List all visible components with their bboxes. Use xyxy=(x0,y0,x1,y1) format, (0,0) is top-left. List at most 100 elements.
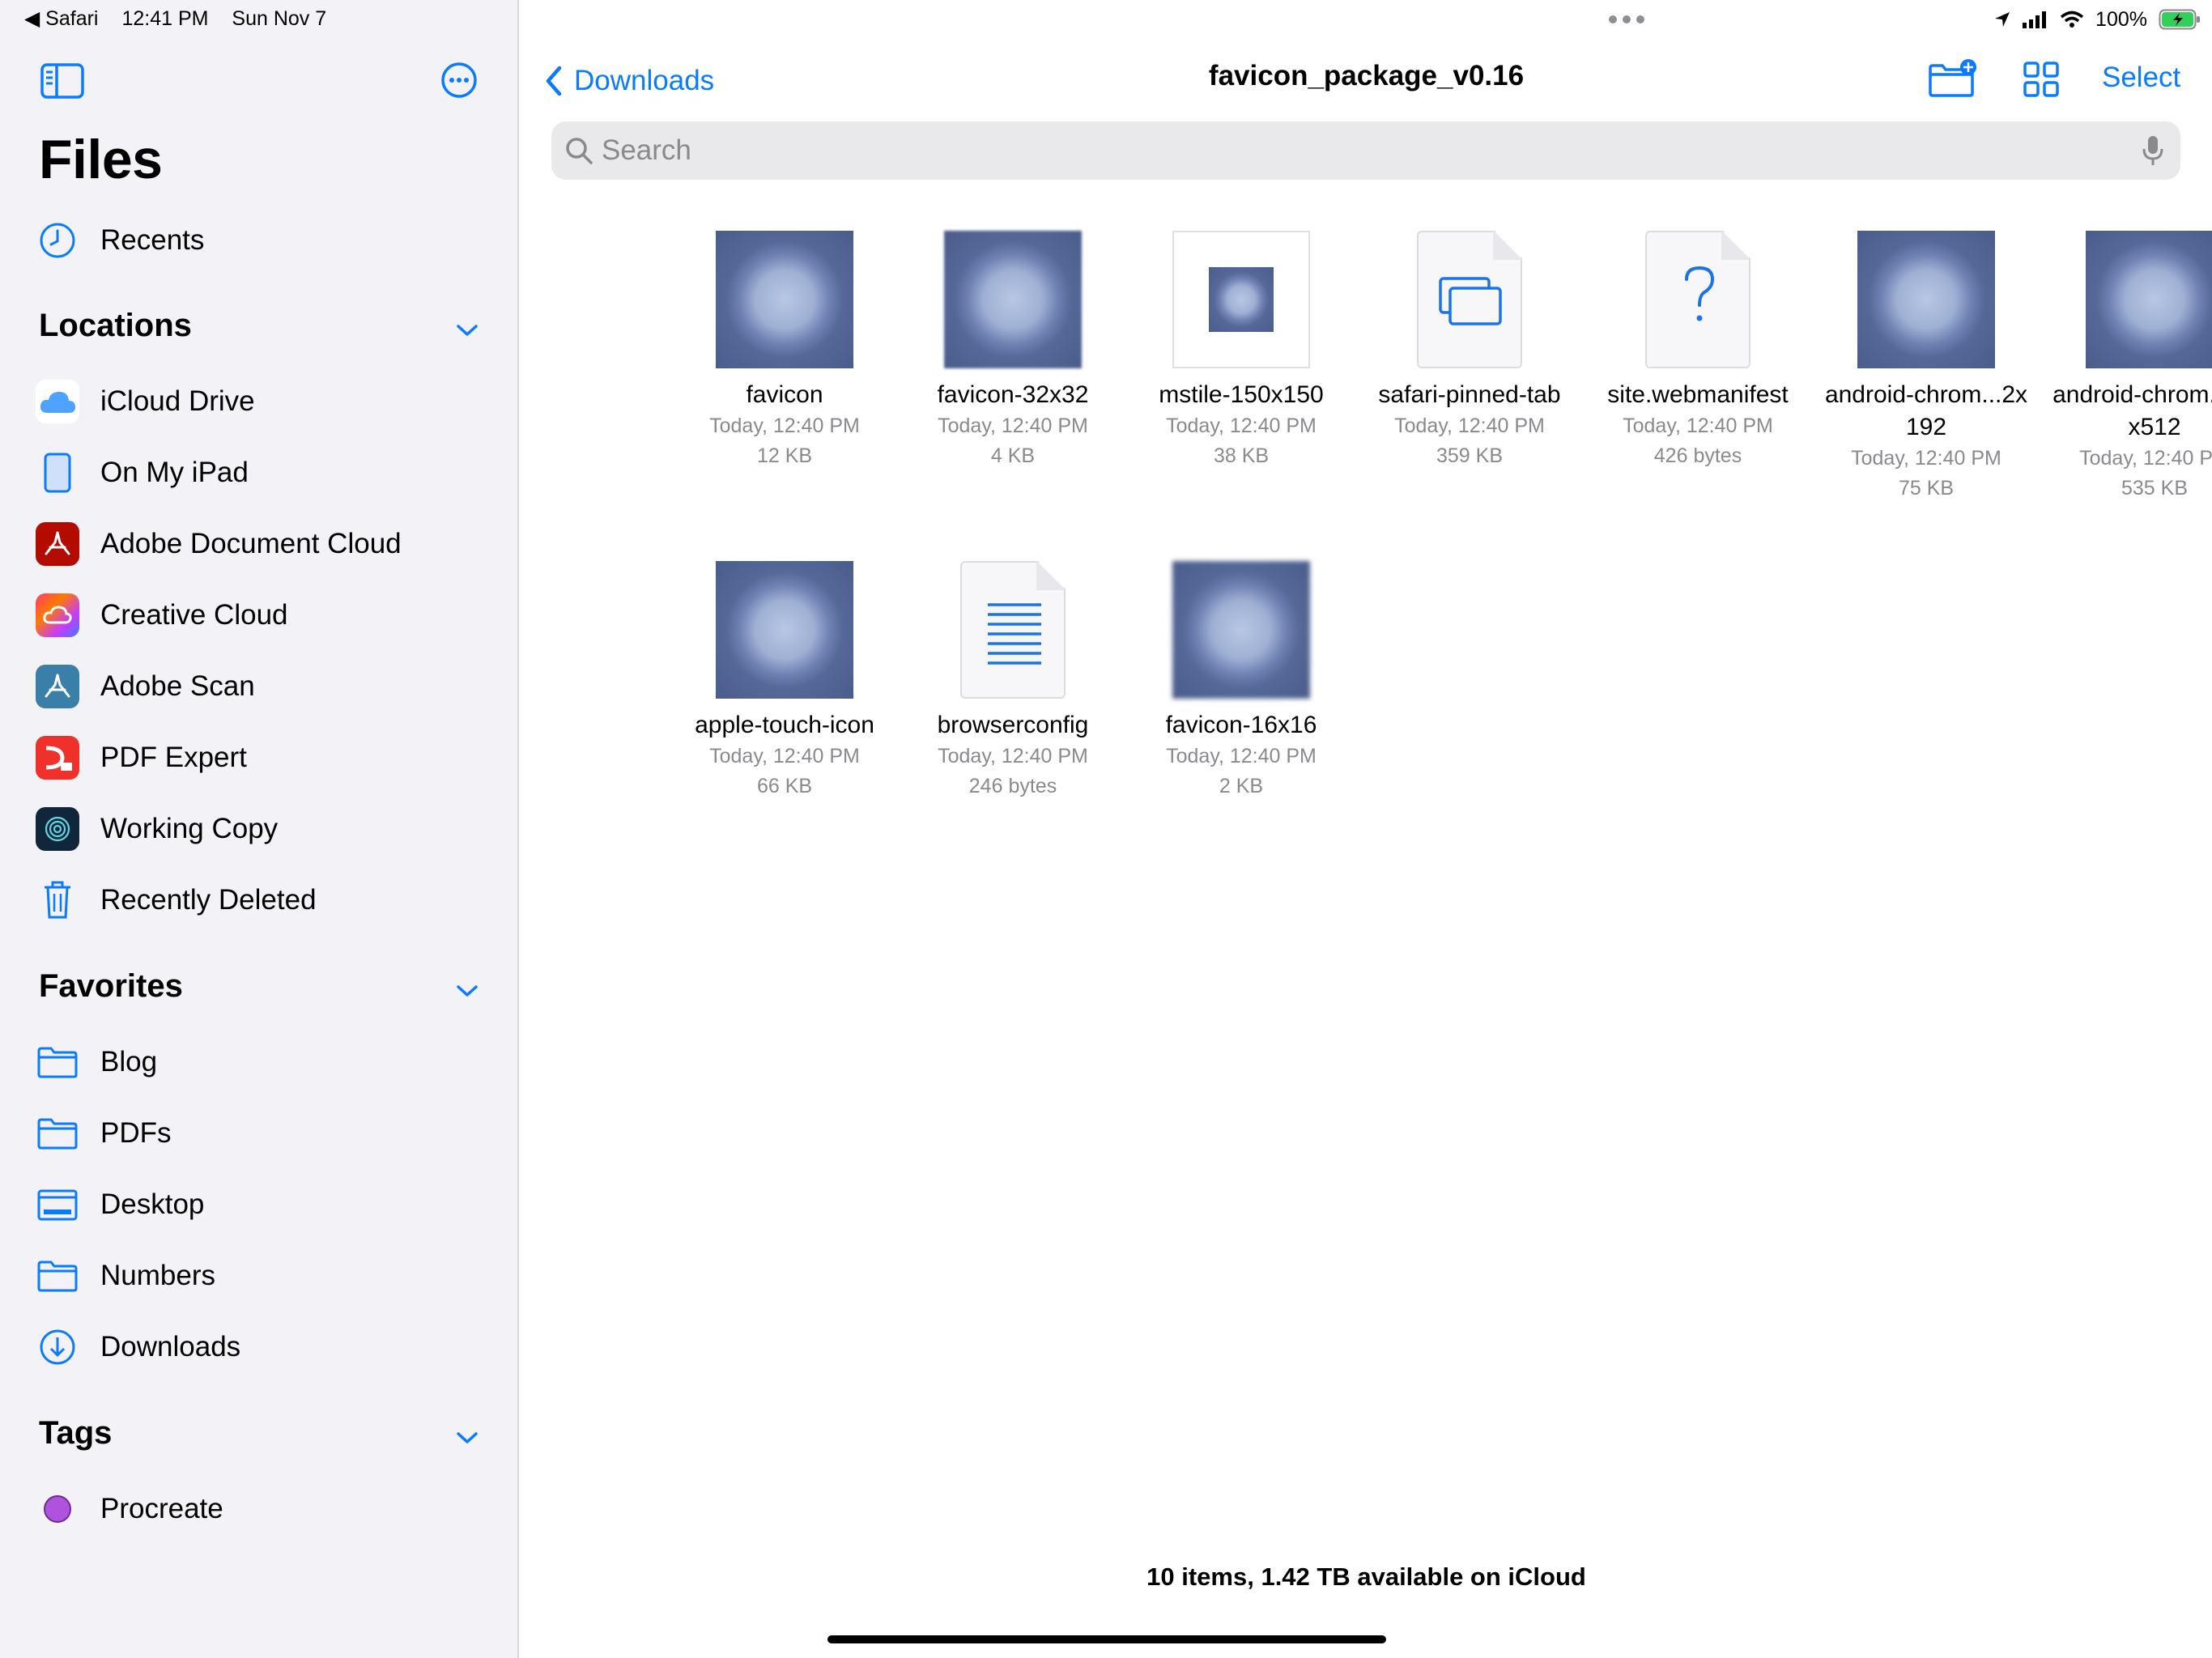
file-size: 4 KB xyxy=(990,444,1036,467)
sidebar-item-working-copy[interactable]: Working Copy xyxy=(0,801,519,857)
back-button[interactable]: Downloads xyxy=(545,58,714,104)
file-name: favicon xyxy=(746,381,823,408)
sidebar-item-label: PDFs xyxy=(100,1117,172,1149)
new-folder-icon[interactable] xyxy=(1928,58,1978,97)
sidebar-item-icloud-drive[interactable]: iCloud Drive xyxy=(0,373,519,430)
sidebar-item-recents[interactable]: Recents xyxy=(0,212,519,269)
sidebar-item-adobe-scan[interactable]: Adobe Scan xyxy=(0,658,519,715)
sidebar-item-label: Numbers xyxy=(100,1260,215,1291)
sidebar-item-label: Creative Cloud xyxy=(100,599,288,631)
sidebar-item-adobe-document-cloud[interactable]: Adobe Document Cloud xyxy=(0,516,519,572)
file-item-favicon-32x32[interactable]: favicon-32x32 Today, 12:40 PM 4 KB xyxy=(908,227,1118,471)
file-thumbnail xyxy=(1593,227,1803,372)
desktop-folder-icon xyxy=(36,1183,79,1226)
file-item-android-chrome-192[interactable]: android-chrom...2x192 Today, 12:40 PM 75… xyxy=(1821,227,2031,504)
file-size: 535 KB xyxy=(2121,477,2188,500)
main-content: 100% Downloads favicon_package_v0.16 Sel… xyxy=(521,0,2212,1658)
file-date: Today, 12:40 PM xyxy=(938,414,1088,437)
file-name: safari-pinned-tab xyxy=(1378,381,1561,408)
file-name: browserconfig xyxy=(937,712,1089,738)
document-icon xyxy=(1645,231,1750,368)
file-size: 359 KB xyxy=(1436,444,1503,467)
microphone-icon[interactable] xyxy=(2142,134,2164,167)
file-item-favicon-16x16[interactable]: favicon-16x16 Today, 12:40 PM 2 KB xyxy=(1136,557,1346,801)
tag-color-dot-icon xyxy=(36,1487,79,1531)
multitasking-dots-icon[interactable] xyxy=(1608,15,1645,24)
tags-header[interactable]: Tags xyxy=(39,1415,112,1452)
sidebar-item-label: Working Copy xyxy=(100,813,279,844)
sidebar: ◀ Safari 12:41 PM Sun Nov 7 Files Recent… xyxy=(0,0,519,1658)
creative-cloud-icon xyxy=(36,593,79,637)
sidebar-item-tag-procreate[interactable]: Procreate xyxy=(0,1481,519,1537)
file-item-safari-pinned-tab[interactable]: safari-pinned-tab Today, 12:40 PM 359 KB xyxy=(1364,227,1575,471)
page-title: Files xyxy=(39,129,163,190)
locations-header[interactable]: Locations xyxy=(39,308,192,344)
file-name: favicon-16x16 xyxy=(1165,712,1317,738)
chevron-down-icon[interactable] xyxy=(455,322,479,338)
back-to-app-link[interactable]: ◀ Safari xyxy=(24,7,98,30)
select-button[interactable]: Select xyxy=(2102,62,2180,94)
file-item-site-webmanifest[interactable]: site.webmanifest Today, 12:40 PM 426 byt… xyxy=(1593,227,1803,471)
moon-deer-image xyxy=(2086,231,2212,368)
trash-icon xyxy=(36,878,79,922)
sidebar-item-label: PDF Expert xyxy=(100,742,247,773)
question-mark-icon xyxy=(1685,266,1715,321)
file-thumbnail xyxy=(679,557,890,703)
file-date: Today, 12:40 PM xyxy=(2079,447,2212,470)
file-item-mstile-150x150[interactable]: mstile-150x150 Today, 12:40 PM 38 KB xyxy=(1136,227,1346,471)
file-name: android-chrom...12x512 xyxy=(2052,381,2212,440)
file-name: site.webmanifest xyxy=(1607,381,1789,408)
file-thumbnail xyxy=(1136,227,1346,372)
sidebar-item-recently-deleted[interactable]: Recently Deleted xyxy=(0,872,519,929)
sidebar-item-pdf-expert[interactable]: PDF Expert xyxy=(0,729,519,786)
folder-icon xyxy=(36,1112,79,1155)
file-item-apple-touch-icon[interactable]: apple-touch-icon Today, 12:40 PM 66 KB xyxy=(679,557,890,801)
wifi-icon xyxy=(2060,11,2084,28)
chevron-down-icon[interactable] xyxy=(455,983,479,999)
file-name: android-chrom...2x192 xyxy=(1824,381,2028,440)
status-time: 12:41 PM xyxy=(121,7,209,30)
sidebar-item-numbers[interactable]: Numbers xyxy=(0,1248,519,1304)
favorites-header[interactable]: Favorites xyxy=(39,968,183,1005)
sidebar-item-pdfs[interactable]: PDFs xyxy=(0,1105,519,1162)
sidebar-item-label: On My iPad xyxy=(100,457,249,488)
back-button-label: Downloads xyxy=(574,65,715,96)
file-size: 2 KB xyxy=(1219,775,1264,797)
file-item-favicon[interactable]: favicon Today, 12:40 PM 12 KB xyxy=(679,227,890,471)
battery-percent: 100% xyxy=(2095,7,2147,31)
file-date: Today, 12:40 PM xyxy=(1623,414,1773,437)
sidebar-item-downloads[interactable]: Downloads xyxy=(0,1319,519,1375)
moon-deer-image xyxy=(716,561,853,699)
file-date: Today, 12:40 PM xyxy=(938,745,1088,767)
sidebar-item-blog[interactable]: Blog xyxy=(0,1034,519,1090)
location-arrow-icon xyxy=(1995,12,2010,27)
home-indicator[interactable] xyxy=(827,1635,1386,1643)
search-icon xyxy=(566,138,593,164)
folder-icon xyxy=(36,1254,79,1298)
search-input[interactable] xyxy=(602,121,2124,180)
file-thumbnail xyxy=(908,227,1118,372)
more-options-icon[interactable] xyxy=(440,62,478,99)
download-icon xyxy=(36,1325,79,1369)
sidebar-item-label: Procreate xyxy=(100,1493,223,1524)
search-bar[interactable] xyxy=(551,121,2180,180)
icloud-icon xyxy=(36,380,79,423)
sidebar-item-on-my-ipad[interactable]: On My iPad xyxy=(0,444,519,501)
file-date: Today, 12:40 PM xyxy=(1166,745,1317,767)
storage-summary: 10 items, 1.42 TB available on iCloud xyxy=(1146,1562,1586,1591)
file-name: favicon-32x32 xyxy=(937,381,1089,408)
file-item-browserconfig[interactable]: browserconfig Today, 12:40 PM 246 bytes xyxy=(908,557,1118,801)
chevron-down-icon[interactable] xyxy=(455,1430,479,1446)
text-lines-icon xyxy=(988,603,1041,665)
folder-icon xyxy=(36,1040,79,1084)
file-item-android-chrome-512[interactable]: android-chrom...12x512 Today, 12:40 PM 5… xyxy=(2049,227,2212,504)
file-size: 426 bytes xyxy=(1653,444,1742,467)
file-name: apple-touch-icon xyxy=(695,712,874,738)
sidebar-item-label: Recently Deleted xyxy=(100,884,317,916)
file-thumbnail xyxy=(1364,227,1575,372)
sidebar-toggle-icon[interactable] xyxy=(40,63,84,99)
file-date: Today, 12:40 PM xyxy=(709,414,860,437)
grid-view-icon[interactable] xyxy=(2023,62,2059,97)
sidebar-item-creative-cloud[interactable]: Creative Cloud xyxy=(0,587,519,644)
sidebar-item-desktop[interactable]: Desktop xyxy=(0,1176,519,1233)
